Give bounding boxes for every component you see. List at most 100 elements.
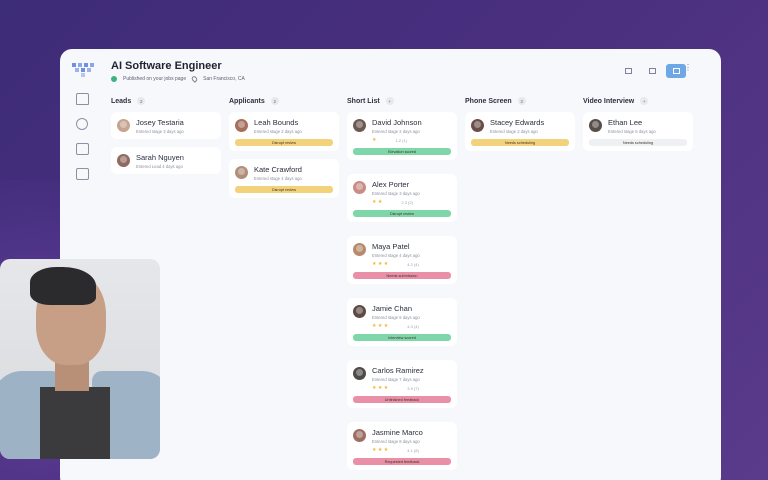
candidate-name: Jamie Chan [372,304,413,313]
calendar-view-button[interactable] [618,64,638,78]
status-pill[interactable]: Disrupt review [353,210,451,217]
candidate-card[interactable]: Carlos Ramirez Entered stage 7 days ago ★ … [347,360,457,408]
publish-status: Published on your jobs page [123,76,187,82]
candidate-card[interactable]: Josey Testaria Entered stage 3 days ago [111,112,221,139]
star-icon: ★ ★ ★ [372,261,389,267]
status-pill[interactable]: Elevation scored [353,148,451,155]
stage-timestamp: Entered stage 8 days ago [372,439,420,444]
avatar [589,119,602,132]
stage-timestamp: Entered Lead 4 days ago [136,164,183,169]
candidate-name: David Johnson [372,118,422,127]
column-count-badge: 2 [137,97,146,105]
column-title: Video Interview [583,97,635,105]
stage-timestamp: Entered stage 2 days ago [490,129,538,134]
column-title: Leads [111,97,132,105]
column-header[interactable]: Short List + [347,96,457,106]
rating-score: 1.2 (1) [395,137,408,143]
column-header[interactable]: Applicants 2 [229,96,339,106]
candidate-card[interactable]: David Johnson Entered stage 2 days ago ★ 1.… [347,112,457,160]
candidate-card[interactable]: Leah Bounds Entered stage 2 days ago Disru… [229,112,339,151]
candidate-name: Kate Crawford [254,165,302,174]
column-title: Short List [347,97,380,105]
rating-score: 2.3 (2) [401,199,413,205]
status-pill[interactable]: Disrupt review [235,139,333,146]
candidate-card[interactable]: Jamie Chan Entered stage 5 days ago ★ ★ ★ 4… [347,298,457,346]
list-view-button[interactable] [642,64,662,78]
candidate-card[interactable]: Stacey Edwards Entered stage 2 days ago Ne… [465,112,575,151]
people-icon[interactable] [76,118,88,130]
avatar [235,166,248,179]
board-view-button[interactable] [666,64,686,78]
stage-timestamp: Entered stage 4 days ago [254,176,302,181]
view-toggle [618,64,686,78]
job-location: San Francisco, CA [203,76,245,82]
candidate-name: Maya Patel [372,242,410,251]
avatar [117,119,130,132]
candidate-card[interactable]: Maya Patel Entered stage 4 days ago ★ ★ ★ 4… [347,236,457,284]
candidate-name: Stacey Edwards [490,118,545,127]
board-icon [672,68,680,74]
column-count-badge: 2 [270,97,279,105]
rating: ★ 1.2 (1) [372,137,422,143]
rating-score: 4.3 (4) [407,323,419,329]
page-title: AI Software Engineer [111,60,222,72]
status-pill[interactable]: Needs submission [353,272,451,279]
rating-score: 4.2 (4) [407,261,419,267]
stage-timestamp: Entered stage 3 days ago [136,129,184,134]
stage-timestamp: Entered stage 2 days ago [372,129,420,134]
avatar [471,119,484,132]
column-applicants: Applicants 2 Leah Bounds Entered stage 2 da… [229,96,339,206]
candidate-card[interactable]: Kate Crawford Entered stage 4 days ago Dis… [229,159,339,198]
column-header[interactable]: Video Interview + [583,96,693,106]
stage-timestamp: Entered stage 3 days ago [372,191,420,196]
candidate-name: Leah Bounds [254,118,299,127]
avatar [353,305,366,318]
column-count-badge: + [640,97,649,105]
candidate-card[interactable]: Jasmine Marco Entered stage 8 days ago ★ ★… [347,422,457,470]
hair [30,267,96,305]
candidate-card[interactable]: Ethan Lee Entered stage 5 days ago Needs s… [583,112,693,151]
presenter-video-thumbnail [0,259,160,459]
star-icon: ★ [372,137,377,143]
avatar [353,119,366,132]
shirt [40,387,110,459]
column-header[interactable]: Leads 2 [111,96,221,106]
status-pill[interactable]: Unfinished feedback [353,396,451,403]
status-pill[interactable]: Disrupt review [235,186,333,193]
id-card-icon[interactable] [76,168,89,180]
rating: ★ ★ 2.3 (2) [372,199,420,205]
column-count-badge: + [385,97,394,105]
status-pill[interactable]: Interview scored [353,334,451,341]
column-count-badge: 3 [517,97,526,105]
column-title: Applicants [229,97,265,105]
candidate-name: Alex Porter [372,180,410,189]
column-short-list: Short List + David Johnson Entered stage 2 … [347,96,457,480]
stage-timestamp: Entered stage 5 days ago [608,129,656,134]
star-icon: ★ ★ [372,199,383,205]
rating: ★ ★ ★ 3.9 (7) [372,385,424,391]
list-icon [648,68,656,74]
avatar [353,367,366,380]
candidate-name: Ethan Lee [608,118,643,127]
candidate-card[interactable]: Alex Porter Entered stage 3 days ago ★ ★ 2.… [347,174,457,222]
star-icon: ★ ★ ★ [372,323,389,329]
sidebar [76,93,89,180]
rating: ★ ★ ★ 4.1 (8) [372,447,423,453]
stage-timestamp: Entered stage 7 days ago [372,377,420,382]
rating: ★ ★ ★ 4.2 (4) [372,261,420,267]
home-icon[interactable] [76,93,89,105]
column-title: Phone Screen [465,97,512,105]
avatar [353,181,366,194]
more-options-icon[interactable]: ⋮ [684,64,692,72]
published-check-icon [111,76,117,82]
status-pill[interactable]: Requested feedback [353,458,451,465]
location-pin-icon [190,75,199,83]
briefcase-icon[interactable] [76,143,89,155]
logo-icon [72,63,94,77]
candidate-card[interactable]: Sarah Nguyen Entered Lead 4 days ago [111,147,221,174]
column-header[interactable]: Phone Screen 3 [465,96,575,106]
star-icon: ★ ★ ★ [372,385,389,391]
status-pill[interactable]: Needs scheduling [471,139,569,146]
stage-timestamp: Entered stage 2 days ago [254,129,302,134]
status-pill[interactable]: Needs scheduling [589,139,687,146]
